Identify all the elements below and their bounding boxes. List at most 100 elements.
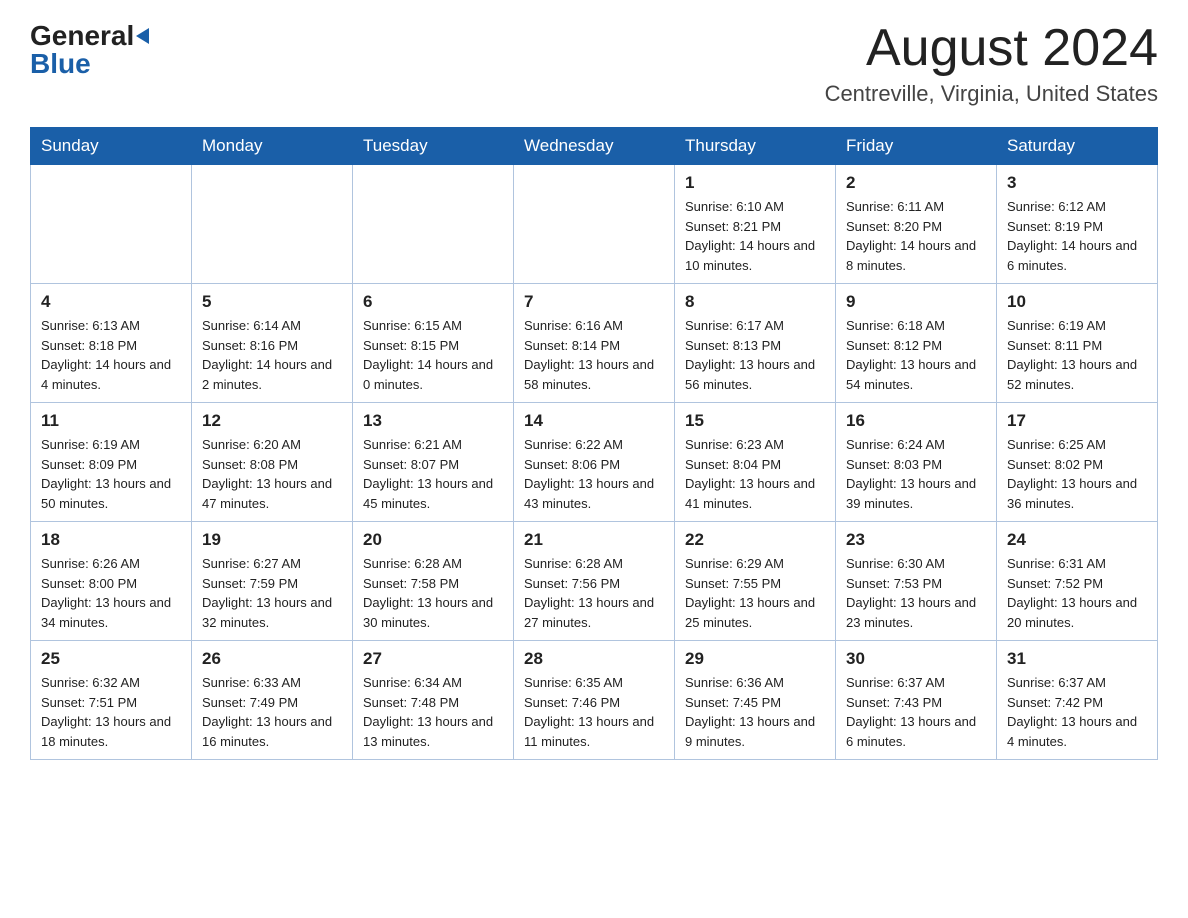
day-of-week-header: Sunday [31,128,192,165]
day-number: 6 [363,292,503,312]
calendar-day-cell: 31 Sunrise: 6:37 AMSunset: 7:42 PMDayligh… [997,641,1158,760]
day-number: 31 [1007,649,1147,669]
calendar-day-cell: 13Sunrise: 6:21 AMSunset: 8:07 PMDayligh… [353,403,514,522]
day-info: Sunrise: 6:17 AMSunset: 8:13 PMDaylight:… [685,316,825,394]
day-number: 8 [685,292,825,312]
day-info: Sunrise: 6:27 AMSunset: 7:59 PMDaylight:… [202,554,342,632]
day-number: 29 [685,649,825,669]
calendar-day-cell: 1 Sunrise: 6:10 AMSunset: 8:21 PMDaylight… [675,165,836,284]
calendar-day-cell: 18 Sunrise: 6:26 AMSunset: 8:00 PMDayligh… [31,522,192,641]
calendar-day-cell: 5 Sunrise: 6:14 AMSunset: 8:16 PMDaylight… [192,284,353,403]
day-info: Sunrise: 6:36 AMSunset: 7:45 PMDaylight:… [685,673,825,751]
day-info: Sunrise: 6:31 AMSunset: 7:52 PMDaylight:… [1007,554,1147,632]
day-info: Sunrise: 6:37 AMSunset: 7:43 PMDaylight:… [846,673,986,751]
day-info: Sunrise: 6:28 AMSunset: 7:58 PMDaylight:… [363,554,503,632]
day-info: Sunrise: 6:16 AMSunset: 8:14 PMDaylight:… [524,316,664,394]
day-number: 2 [846,173,986,193]
day-number: 11 [41,411,181,431]
day-info: Sunrise: 6:22 AMSunset: 8:06 PMDaylight:… [524,435,664,513]
calendar-day-cell: 24 Sunrise: 6:31 AMSunset: 7:52 PMDayligh… [997,522,1158,641]
calendar-day-cell [31,165,192,284]
day-info: Sunrise: 6:37 AMSunset: 7:42 PMDaylight:… [1007,673,1147,751]
day-info: Sunrise: 6:34 AMSunset: 7:48 PMDaylight:… [363,673,503,751]
calendar-header: SundayMondayTuesdayWednesdayThursdayFrid… [31,128,1158,165]
day-info: Sunrise: 6:30 AMSunset: 7:53 PMDaylight:… [846,554,986,632]
calendar-day-cell: 2 Sunrise: 6:11 AMSunset: 8:20 PMDaylight… [836,165,997,284]
day-info: Sunrise: 6:35 AMSunset: 7:46 PMDaylight:… [524,673,664,751]
day-number: 13 [363,411,503,431]
day-number: 23 [846,530,986,550]
day-number: 10 [1007,292,1147,312]
day-number: 9 [846,292,986,312]
day-number: 20 [363,530,503,550]
day-of-week-header: Thursday [675,128,836,165]
calendar-body: 1 Sunrise: 6:10 AMSunset: 8:21 PMDaylight… [31,165,1158,760]
day-number: 7 [524,292,664,312]
day-info: Sunrise: 6:24 AMSunset: 8:03 PMDaylight:… [846,435,986,513]
day-info: Sunrise: 6:28 AMSunset: 7:56 PMDaylight:… [524,554,664,632]
calendar-day-cell: 23 Sunrise: 6:30 AMSunset: 7:53 PMDayligh… [836,522,997,641]
day-info: Sunrise: 6:15 AMSunset: 8:15 PMDaylight:… [363,316,503,394]
location-subtitle: Centreville, Virginia, United States [825,81,1158,107]
calendar-day-cell: 9 Sunrise: 6:18 AMSunset: 8:12 PMDaylight… [836,284,997,403]
day-number: 18 [41,530,181,550]
calendar-day-cell [353,165,514,284]
calendar-day-cell: 30 Sunrise: 6:37 AMSunset: 7:43 PMDayligh… [836,641,997,760]
month-year-title: August 2024 [825,20,1158,77]
day-of-week-header: Saturday [997,128,1158,165]
day-info: Sunrise: 6:18 AMSunset: 8:12 PMDaylight:… [846,316,986,394]
day-number: 1 [685,173,825,193]
calendar-day-cell: 7 Sunrise: 6:16 AMSunset: 8:14 PMDaylight… [514,284,675,403]
calendar-day-cell: 25Sunrise: 6:32 AMSunset: 7:51 PMDayligh… [31,641,192,760]
day-info: Sunrise: 6:23 AMSunset: 8:04 PMDaylight:… [685,435,825,513]
day-number: 4 [41,292,181,312]
calendar-day-cell: 6 Sunrise: 6:15 AMSunset: 8:15 PMDaylight… [353,284,514,403]
calendar-day-cell: 21 Sunrise: 6:28 AMSunset: 7:56 PMDayligh… [514,522,675,641]
day-number: 28 [524,649,664,669]
calendar-week-row: 11Sunrise: 6:19 AMSunset: 8:09 PMDayligh… [31,403,1158,522]
calendar-day-cell: 12Sunrise: 6:20 AMSunset: 8:08 PMDayligh… [192,403,353,522]
calendar-week-row: 1 Sunrise: 6:10 AMSunset: 8:21 PMDaylight… [31,165,1158,284]
day-info: Sunrise: 6:20 AMSunset: 8:08 PMDaylight:… [202,435,342,513]
logo: General Blue [30,20,151,80]
day-of-week-header: Wednesday [514,128,675,165]
day-number: 22 [685,530,825,550]
day-info: Sunrise: 6:11 AMSunset: 8:20 PMDaylight:… [846,197,986,275]
calendar-day-cell: 14 Sunrise: 6:22 AMSunset: 8:06 PMDayligh… [514,403,675,522]
day-info: Sunrise: 6:26 AMSunset: 8:00 PMDaylight:… [41,554,181,632]
calendar-day-cell: 3Sunrise: 6:12 AMSunset: 8:19 PMDaylight… [997,165,1158,284]
day-of-week-header: Tuesday [353,128,514,165]
day-of-week-header: Monday [192,128,353,165]
day-number: 5 [202,292,342,312]
calendar-day-cell: 11Sunrise: 6:19 AMSunset: 8:09 PMDayligh… [31,403,192,522]
calendar-day-cell: 26 Sunrise: 6:33 AMSunset: 7:49 PMDayligh… [192,641,353,760]
day-info: Sunrise: 6:25 AMSunset: 8:02 PMDaylight:… [1007,435,1147,513]
day-info: Sunrise: 6:12 AMSunset: 8:19 PMDaylight:… [1007,197,1147,275]
day-number: 21 [524,530,664,550]
title-block: August 2024 Centreville, Virginia, Unite… [825,20,1158,107]
days-of-week-row: SundayMondayTuesdayWednesdayThursdayFrid… [31,128,1158,165]
day-number: 27 [363,649,503,669]
calendar-day-cell: 16Sunrise: 6:24 AMSunset: 8:03 PMDayligh… [836,403,997,522]
logo-triangle-icon [136,28,149,44]
day-info: Sunrise: 6:33 AMSunset: 7:49 PMDaylight:… [202,673,342,751]
calendar-table: SundayMondayTuesdayWednesdayThursdayFrid… [30,127,1158,760]
calendar-day-cell: 22Sunrise: 6:29 AMSunset: 7:55 PMDayligh… [675,522,836,641]
calendar-day-cell: 28 Sunrise: 6:35 AMSunset: 7:46 PMDayligh… [514,641,675,760]
day-info: Sunrise: 6:14 AMSunset: 8:16 PMDaylight:… [202,316,342,394]
day-info: Sunrise: 6:10 AMSunset: 8:21 PMDaylight:… [685,197,825,275]
day-number: 24 [1007,530,1147,550]
calendar-week-row: 18 Sunrise: 6:26 AMSunset: 8:00 PMDayligh… [31,522,1158,641]
day-number: 14 [524,411,664,431]
calendar-day-cell: 10 Sunrise: 6:19 AMSunset: 8:11 PMDayligh… [997,284,1158,403]
day-number: 26 [202,649,342,669]
calendar-week-row: 4 Sunrise: 6:13 AMSunset: 8:18 PMDaylight… [31,284,1158,403]
calendar-day-cell: 8 Sunrise: 6:17 AMSunset: 8:13 PMDaylight… [675,284,836,403]
page-header: General Blue August 2024 Centreville, Vi… [30,20,1158,107]
day-number: 30 [846,649,986,669]
day-info: Sunrise: 6:19 AMSunset: 8:11 PMDaylight:… [1007,316,1147,394]
day-number: 17 [1007,411,1147,431]
calendar-day-cell: 15Sunrise: 6:23 AMSunset: 8:04 PMDayligh… [675,403,836,522]
day-info: Sunrise: 6:13 AMSunset: 8:18 PMDaylight:… [41,316,181,394]
logo-blue-text: Blue [30,48,91,80]
